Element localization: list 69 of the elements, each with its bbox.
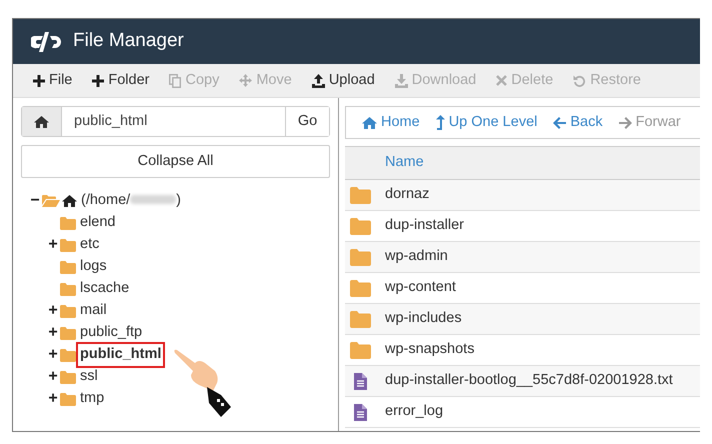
- tree-item[interactable]: elend: [78, 212, 118, 234]
- cpanel-logo-icon: [31, 32, 63, 52]
- file-name[interactable]: error_log: [385, 401, 444, 423]
- expand-toggle[interactable]: +: [47, 325, 59, 341]
- folder-icon: [60, 260, 76, 274]
- close-icon: [496, 75, 508, 86]
- plus-icon: [33, 74, 45, 86]
- folder-icon: [60, 216, 76, 230]
- file-name[interactable]: wp-admin: [385, 246, 448, 268]
- download-icon: [394, 74, 408, 88]
- app-title: File Manager: [73, 29, 184, 54]
- home-icon: [34, 116, 49, 128]
- file-name[interactable]: wp-content: [385, 277, 456, 299]
- home-button[interactable]: [22, 107, 62, 136]
- tree-item[interactable]: ssl: [78, 366, 100, 388]
- file-icon: [354, 372, 367, 390]
- upload-icon: [312, 74, 325, 88]
- toolbar-button[interactable]: Upload: [302, 64, 385, 98]
- expand-toggle[interactable]: +: [47, 347, 59, 363]
- expand-toggle[interactable]: +: [47, 237, 59, 253]
- undo-icon: [573, 74, 586, 87]
- plus-icon: [92, 74, 104, 86]
- tree-item[interactable]: mail: [78, 300, 109, 322]
- move-icon: [239, 74, 252, 87]
- toolbar-button[interactable]: File: [23, 64, 82, 98]
- expand-toggle[interactable]: +: [47, 391, 59, 407]
- collapse-all-button[interactable]: Collapse All: [21, 145, 330, 178]
- copy-icon: [169, 74, 182, 88]
- expand-toggle[interactable]: +: [47, 369, 59, 385]
- tree-item[interactable]: public_ftp: [78, 322, 144, 344]
- folder-icon: [350, 186, 371, 204]
- folder-icon: [350, 342, 371, 358]
- nav-link[interactable]: Up One Level: [428, 112, 546, 134]
- folder-icon: [60, 304, 76, 318]
- tree-item[interactable]: tmp: [78, 388, 106, 410]
- nav-link[interactable]: Back: [545, 112, 611, 134]
- file-icon: [354, 404, 367, 420]
- blurred-username: [130, 195, 176, 204]
- path-field[interactable]: public_html Go: [21, 106, 330, 137]
- right-arrow-icon: [618, 116, 632, 128]
- tree-item[interactable]: logs: [78, 256, 109, 278]
- file-name[interactable]: wp-includes: [385, 308, 462, 330]
- folder-icon: [350, 280, 371, 296]
- folder-icon: [60, 370, 76, 384]
- folder-icon: [60, 238, 76, 252]
- folder-icon: [350, 310, 371, 328]
- file-name[interactable]: dup-installer: [385, 215, 464, 237]
- tree-item[interactable]: lscache: [78, 278, 132, 300]
- tree-item[interactable]: (/home/ ): [79, 190, 184, 212]
- up-arrow-icon: [436, 115, 445, 130]
- tree-item[interactable]: etc: [78, 234, 102, 256]
- folder-icon: [60, 392, 76, 406]
- expand-toggle[interactable]: +: [47, 303, 59, 319]
- folder-icon: [60, 348, 76, 362]
- go-button[interactable]: Go: [285, 107, 329, 136]
- home-icon: [362, 116, 377, 128]
- pointing-hand-drawing: [173, 347, 233, 417]
- left-arrow-icon: [553, 116, 566, 128]
- folder-icon: [350, 248, 371, 266]
- folder-icon: [60, 326, 76, 340]
- nav-link[interactable]: Home: [354, 112, 428, 134]
- file-name[interactable]: wp-snapshots: [385, 339, 474, 361]
- file-name[interactable]: dornaz: [385, 184, 430, 206]
- tree-item[interactable]: public_html: [78, 344, 164, 366]
- home-icon: [62, 195, 77, 207]
- collapse-toggle[interactable]: −: [29, 193, 41, 209]
- folder-icon: [350, 218, 371, 234]
- folder-icon: [60, 282, 76, 296]
- toolbar-button[interactable]: Folder: [82, 64, 160, 98]
